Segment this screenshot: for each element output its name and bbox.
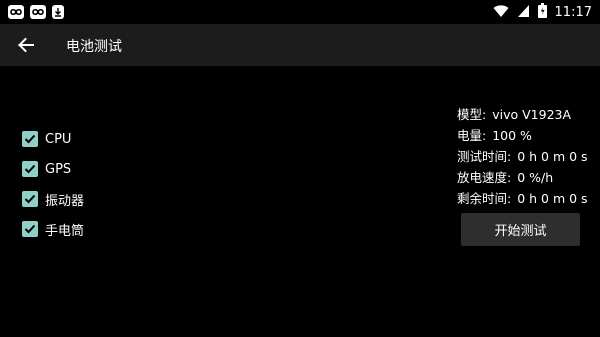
- gps-option[interactable]: GPS: [22, 154, 84, 184]
- gps-checkbox[interactable]: [22, 161, 38, 177]
- flashlight-option[interactable]: 手电筒: [22, 214, 84, 244]
- download-notification-icon: [52, 5, 64, 19]
- battery-level-label: 电量:: [457, 128, 487, 143]
- arrow-left-icon: [18, 37, 34, 53]
- battery-level-value: 100 %: [492, 128, 532, 143]
- remaining-time-row: 剩余时间: 0 h 0 m 0 s: [457, 188, 588, 209]
- app-notification-icon: [8, 5, 24, 19]
- vibrator-option-label: 振动器: [45, 193, 85, 209]
- cpu-option-label: CPU: [45, 131, 72, 147]
- system-icons: 11:17: [493, 3, 592, 22]
- battery-level-row: 电量: 100 %: [457, 125, 588, 146]
- vibrator-option[interactable]: 振动器: [22, 184, 84, 214]
- app-notification-icon: [30, 5, 46, 19]
- clock: 11:17: [554, 5, 592, 20]
- cellular-signal-icon: [517, 3, 530, 22]
- cpu-checkbox[interactable]: [22, 131, 38, 147]
- back-button[interactable]: [14, 33, 38, 57]
- status-bar: 11:17: [0, 0, 600, 24]
- page-title: 电池测试: [66, 39, 122, 55]
- battery-icon: [537, 3, 547, 22]
- vibrator-checkbox[interactable]: [22, 191, 38, 207]
- check-icon: [24, 224, 36, 234]
- discharge-rate-value: 0 %/h: [517, 170, 554, 185]
- wifi-icon: [493, 3, 509, 22]
- discharge-rate-label: 放电速度:: [457, 170, 512, 185]
- flashlight-checkbox[interactable]: [22, 221, 38, 237]
- model-value: vivo V1923A: [492, 107, 572, 122]
- flashlight-option-label: 手电筒: [45, 223, 85, 239]
- cpu-option[interactable]: CPU: [22, 124, 84, 154]
- gps-option-label: GPS: [45, 161, 72, 177]
- check-icon: [24, 134, 36, 144]
- test-options-list: CPU GPS 振动器 手电筒: [22, 124, 84, 244]
- test-time-value: 0 h 0 m 0 s: [517, 149, 588, 164]
- remaining-time-label: 剩余时间:: [457, 191, 512, 206]
- notification-icons: [8, 5, 64, 19]
- test-time-label: 测试时间:: [457, 149, 512, 164]
- remaining-time-value: 0 h 0 m 0 s: [517, 191, 588, 206]
- check-icon: [24, 194, 36, 204]
- model-row: 模型: vivo V1923A: [457, 104, 588, 125]
- check-icon: [24, 164, 36, 174]
- battery-info-panel: 模型: vivo V1923A 电量: 100 % 测试时间: 0 h 0 m 0 s…: [457, 104, 588, 209]
- test-time-row: 测试时间: 0 h 0 m 0 s: [457, 146, 588, 167]
- model-label: 模型:: [457, 107, 487, 122]
- discharge-rate-row: 放电速度: 0 %/h: [457, 167, 588, 188]
- start-test-button[interactable]: 开始测试: [461, 213, 580, 246]
- toolbar: 电池测试: [0, 24, 600, 66]
